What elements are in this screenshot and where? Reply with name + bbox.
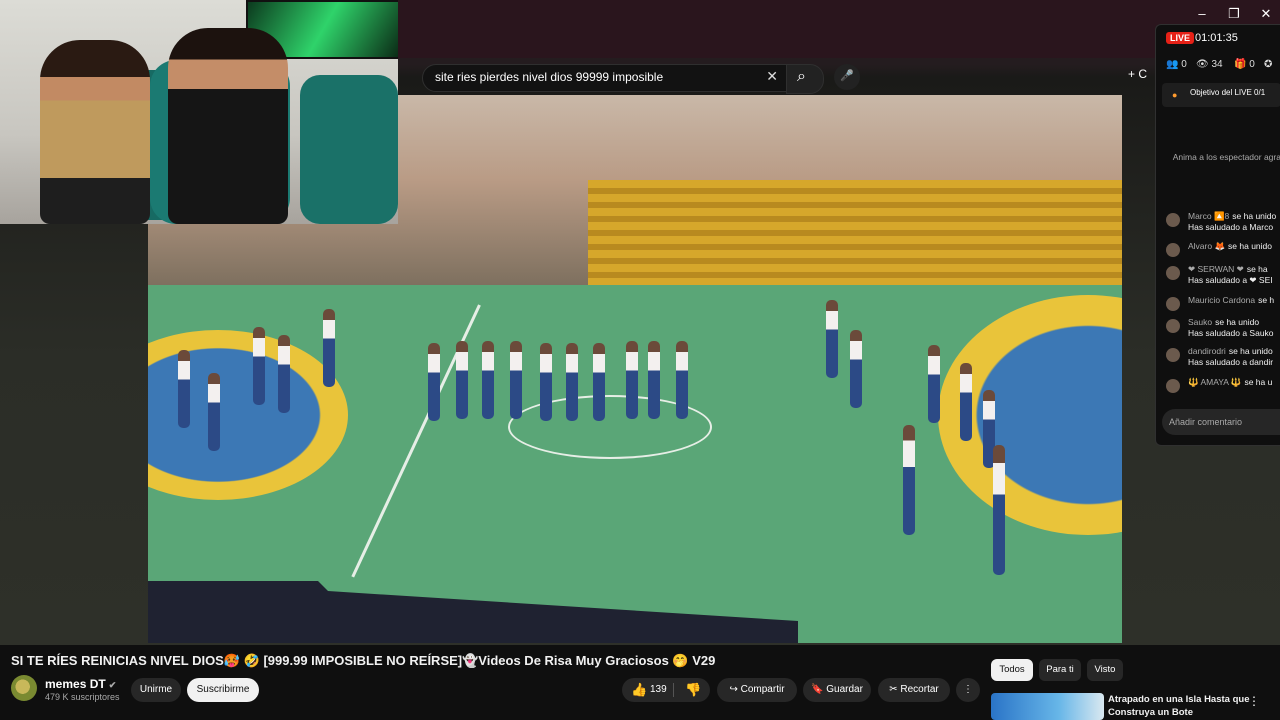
live-chat-panel: LIVE 01:01:35 👥 0 👁 34 🎁 0 ✪ ● Objetivo … xyxy=(1155,24,1280,446)
thumbs-down-icon[interactable]: 👎 xyxy=(685,678,701,702)
video-scene-dancer xyxy=(593,343,605,421)
recommendation-more-icon[interactable]: ⋮ xyxy=(1248,694,1260,708)
clear-search-icon[interactable]: ✕ xyxy=(766,68,778,85)
chat-message: Sauko se ha unido Has saludado a Sauko xyxy=(1166,317,1280,341)
share-button[interactable]: ↪ Compartir xyxy=(717,678,797,702)
video-scene-bleachers xyxy=(588,180,1122,295)
extra-stat: ✪ xyxy=(1264,59,1272,70)
subscriber-count: 479 K suscriptores xyxy=(45,692,120,702)
search-input[interactable]: site ries pierdes nivel dios 99999 impos… xyxy=(422,64,787,92)
thumbs-up-icon[interactable]: 👍 xyxy=(631,678,647,702)
chat-comment-input[interactable]: Añadir comentario xyxy=(1162,409,1280,435)
voice-search-button[interactable]: 🎤 xyxy=(834,64,860,90)
chip-for-you[interactable]: Para ti xyxy=(1039,659,1081,681)
video-scene-dancer xyxy=(960,363,972,441)
minimize-icon[interactable]: – xyxy=(1188,6,1216,21)
recommendation-thumbnail[interactable] xyxy=(991,693,1104,720)
video-scene-dancer xyxy=(626,341,638,419)
eye-icon: 👁 xyxy=(1196,59,1209,70)
restore-icon[interactable]: ❐ xyxy=(1220,6,1248,22)
close-window-icon[interactable]: ✕ xyxy=(1252,6,1280,22)
join-button[interactable]: Unirme xyxy=(131,678,181,702)
avatar xyxy=(1166,319,1180,333)
video-title: SI TE RÍES REINICIAS NIVEL DIOS🥵 🤣 [999.… xyxy=(11,653,716,668)
chat-username: ❤ SERWAN ❤ xyxy=(1188,264,1244,274)
video-scene-dancer xyxy=(826,300,838,378)
live-badge: LIVE xyxy=(1166,32,1195,44)
video-scene-dancer xyxy=(993,445,1005,575)
chat-username: Marco 🔼8 xyxy=(1188,211,1230,221)
search-query: site ries pierdes nivel dios 99999 impos… xyxy=(435,70,664,84)
video-scene-dancer xyxy=(510,341,522,419)
chat-message: Mauricio Cardona se h xyxy=(1166,295,1280,319)
webcam-chair xyxy=(300,75,398,224)
live-elapsed-time: 01:01:35 xyxy=(1195,32,1238,44)
video-scene-dancer xyxy=(676,341,688,419)
video-scene-dancer xyxy=(323,309,335,387)
avatar xyxy=(1166,266,1180,280)
like-count: 139 xyxy=(650,684,667,695)
channel-name[interactable]: memes DT ✔ xyxy=(45,677,116,691)
chip-all[interactable]: Todos xyxy=(991,659,1033,681)
clip-button[interactable]: ✂ Recortar xyxy=(878,678,950,702)
chat-message: dandirodri se ha unido Has saludado a dan… xyxy=(1166,346,1280,370)
video-scene-dancer xyxy=(903,425,915,535)
chat-username: Mauricio Cardona xyxy=(1188,295,1256,305)
recommendation-title[interactable]: Atrapado en una Isla Hasta que Construya… xyxy=(1108,693,1258,719)
followers-stat: 👥 0 xyxy=(1166,59,1187,70)
video-scene-dancer xyxy=(456,341,468,419)
create-button[interactable]: + C xyxy=(1128,67,1147,81)
chat-message: Marco 🔼8 se ha unido Has saludado a Marco xyxy=(1166,211,1280,235)
video-scene-dancer xyxy=(278,335,290,413)
webcam-person xyxy=(168,28,288,224)
chat-hint: Anima a los espectador agradécele xyxy=(1172,152,1280,162)
users-icon: 👥 xyxy=(1166,59,1179,70)
avatar xyxy=(1166,213,1180,227)
chat-message: Alvaro 🦊 se ha unido xyxy=(1166,241,1280,265)
video-scene-dancer xyxy=(482,341,494,419)
search-button[interactable]: ⌕ xyxy=(786,64,824,94)
avatar xyxy=(1166,348,1180,362)
chat-message: ❤ SERWAN ❤ se ha Has saludado a ❤ SEI xyxy=(1166,264,1280,288)
webcam-person xyxy=(40,40,150,224)
avatar xyxy=(1166,243,1180,257)
header-backdrop xyxy=(398,0,1280,58)
chat-username: 🔱 AMAYA 🔱 xyxy=(1188,377,1242,387)
channel-avatar[interactable] xyxy=(11,675,37,701)
video-scene-dancer xyxy=(566,343,578,421)
chat-message: 🔱 AMAYA 🔱 se ha u xyxy=(1166,377,1280,401)
search-icon: ⌕ xyxy=(797,68,806,85)
video-scene-dancer xyxy=(253,327,265,405)
subscribe-button[interactable]: Suscribirme xyxy=(187,678,259,702)
live-goal[interactable]: ● Objetivo del LIVE 0/1 xyxy=(1162,83,1280,107)
chip-watched[interactable]: Visto xyxy=(1087,659,1123,681)
chat-username: dandirodri xyxy=(1188,346,1226,356)
viewers-stat: 👁 34 xyxy=(1196,59,1223,70)
avatar xyxy=(1166,379,1180,393)
gift-icon: 🎁 xyxy=(1234,59,1247,70)
video-scene-dancer xyxy=(428,343,440,421)
goal-icon: ● xyxy=(1172,90,1178,100)
more-actions-icon[interactable]: ⋮ xyxy=(956,678,980,702)
verified-icon: ✔ xyxy=(108,680,117,690)
webcam-overlay xyxy=(0,0,398,224)
chat-username: Alvaro 🦊 xyxy=(1188,241,1226,251)
video-scene-dancer xyxy=(850,330,862,408)
divider xyxy=(673,683,674,697)
avatar xyxy=(1166,297,1180,311)
badge-icon: ✪ xyxy=(1264,59,1273,70)
video-scene-dancer xyxy=(540,343,552,421)
chat-username: Sauko xyxy=(1188,317,1213,327)
save-button[interactable]: 🔖 Guardar xyxy=(803,678,871,702)
video-scene-dancer xyxy=(178,350,190,428)
chat-input-placeholder: Añadir comentario xyxy=(1169,417,1243,427)
like-dislike-button[interactable]: 👍 139 👎 xyxy=(622,678,710,702)
video-scene-dancer xyxy=(648,341,660,419)
gifts-stat: 🎁 0 xyxy=(1234,59,1255,70)
video-scene-dancer xyxy=(928,345,940,423)
microphone-icon: 🎤 xyxy=(840,70,854,82)
live-goal-text: Objetivo del LIVE 0/1 xyxy=(1190,88,1266,97)
video-scene-dancer xyxy=(208,373,220,451)
